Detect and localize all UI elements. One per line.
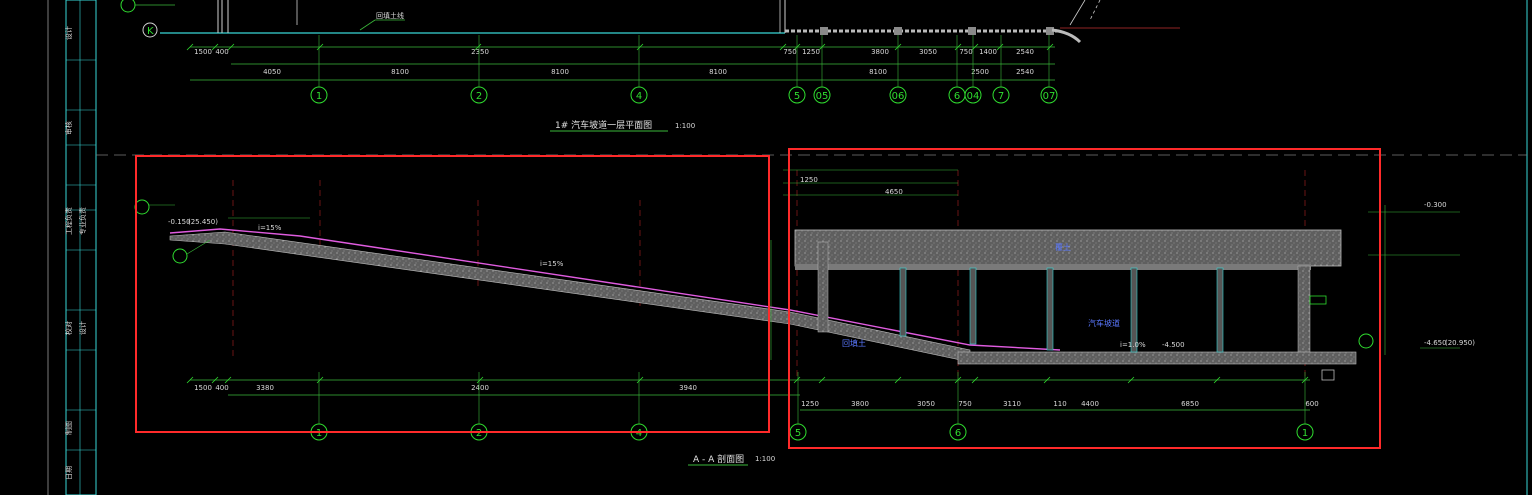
top-plan-note-label: 回填土线 bbox=[376, 11, 404, 20]
section-right-elev-3: (20.950) bbox=[1445, 339, 1475, 347]
top-plan-scale: 1:100 bbox=[675, 122, 695, 130]
top-plan-axis-label-2: 4 bbox=[636, 91, 642, 102]
section-dim-right-5: 110 bbox=[1053, 400, 1066, 408]
side-panel-label-4: 校对 bbox=[64, 321, 73, 335]
side-panel-label-2: 工程负责 bbox=[64, 207, 73, 235]
section-axis-label-0: 1 bbox=[316, 428, 322, 439]
top-plan-dim-top-7: 750 bbox=[959, 48, 972, 56]
top-plan-axis-label-6: 6 bbox=[954, 91, 960, 102]
top-plan-axis-k: K bbox=[147, 26, 154, 37]
side-panel-label-5: 设计 bbox=[78, 321, 87, 335]
section-dim-left-4: 3940 bbox=[679, 384, 697, 392]
section-dim-left-1: 400 bbox=[215, 384, 228, 392]
top-plan-axis-label-8: 7 bbox=[998, 91, 1004, 102]
side-panel-label-3: 专业负责 bbox=[78, 207, 87, 235]
section-right-elev-2: -4.650 bbox=[1424, 339, 1447, 347]
top-plan-dim-bottom-2: 8100 bbox=[551, 68, 569, 76]
section-dim-right-4: 3110 bbox=[1003, 400, 1021, 408]
section-dim-left-3: 2400 bbox=[471, 384, 489, 392]
right-wall bbox=[1297, 265, 1311, 359]
top-plan-axis-label-9: 07 bbox=[1043, 91, 1056, 102]
top-plan-dimensions: 1500 400 2350 750 1250 3800 3050 750 1400 2540 405… bbox=[194, 48, 1034, 76]
section-label-ramp: 汽车坡道 bbox=[1088, 318, 1120, 328]
bottom-slab bbox=[957, 351, 1357, 365]
top-plan-grid-axes: 1 2 4 5 05 06 6 04 7 07 bbox=[310, 35, 1058, 104]
section-left-elev-2: (25.450) bbox=[188, 218, 218, 226]
left-wall bbox=[817, 241, 829, 333]
top-plan-dim-top-2: 2350 bbox=[471, 48, 489, 56]
top-plan-dim-top-0: 1500 bbox=[194, 48, 212, 56]
section-dim-left-2: 3380 bbox=[256, 384, 274, 392]
section-top-dim-1: 4650 bbox=[885, 188, 903, 196]
side-panel-label-1: 审核 bbox=[64, 121, 73, 135]
section-label-backfill: 回填土 bbox=[842, 338, 866, 348]
top-plan-dim-top-1: 400 bbox=[215, 48, 228, 56]
top-plan-dim-bottom-1: 8100 bbox=[391, 68, 409, 76]
top-plan-dim-bottom-3: 8100 bbox=[709, 68, 727, 76]
section-label-soil: 覆土 bbox=[1055, 242, 1071, 252]
top-plan-dim-top-8: 1400 bbox=[979, 48, 997, 56]
side-panel-label-6: 制图 bbox=[64, 421, 73, 435]
side-panel-labels: 设计 审核 工程负责 专业负责 校对 设计 制图 日期 bbox=[64, 26, 87, 480]
section-mid-elev: -4.500 bbox=[1162, 341, 1185, 349]
section-title: A - A 剖面图 bbox=[693, 453, 744, 465]
top-plan-axis-label-0: 1 bbox=[316, 91, 322, 102]
top-plan-axis-label-7: 04 bbox=[967, 91, 980, 102]
section-dimension-lines bbox=[134, 169, 1460, 411]
top-plan-dim-top-6: 3050 bbox=[919, 48, 937, 56]
section-bottom-dimensions-right: 1250 3800 3050 750 3110 110 4400 6850 600 bbox=[801, 400, 1319, 408]
section-dim-right-6: 4400 bbox=[1081, 400, 1099, 408]
top-plan-dim-top-5: 3800 bbox=[871, 48, 889, 56]
section-bottom-dimensions-left: 1500 400 3380 2400 3940 bbox=[194, 384, 697, 392]
top-plan-dim-top-3: 750 bbox=[783, 48, 796, 56]
section-dim-right-1: 3800 bbox=[851, 400, 869, 408]
section-dim-right-7: 6850 bbox=[1181, 400, 1199, 408]
top-plan-axis-label-3: 5 bbox=[794, 91, 800, 102]
section-dim-right-0: 1250 bbox=[801, 400, 819, 408]
section-slope-2: i=15% bbox=[540, 260, 564, 268]
top-plan-dim-bottom-5: 2500 bbox=[971, 68, 989, 76]
section-right-elev-1: -0.300 bbox=[1424, 201, 1447, 209]
top-plan-axis-label-5: 06 bbox=[892, 91, 905, 102]
section-dim-right-8: 600 bbox=[1305, 400, 1318, 408]
cad-drawing-canvas: 设计 审核 工程负责 专业负责 校对 设计 制图 日期 回填土线 K 1500 … bbox=[47, 0, 1528, 495]
section-dim-right-2: 3050 bbox=[917, 400, 935, 408]
top-plan-dim-top-9: 2540 bbox=[1016, 48, 1034, 56]
section-slope-3: i=1.0% bbox=[1120, 341, 1146, 349]
section-slope-1: i=15% bbox=[258, 224, 282, 232]
top-plan-dim-top-4: 1250 bbox=[802, 48, 820, 56]
top-plan-title: 1# 汽车坡道一层平面图 bbox=[555, 119, 652, 131]
section-top-dim-0: 1250 bbox=[800, 176, 818, 184]
top-plan-axis-label-4: 05 bbox=[816, 91, 829, 102]
top-plan-dim-bottom-6: 2540 bbox=[1016, 68, 1034, 76]
side-panel-label-0: 设计 bbox=[64, 26, 73, 40]
section-axis-label-1: 2 bbox=[476, 428, 482, 439]
top-plan-dim-bottom-0: 4050 bbox=[263, 68, 281, 76]
section-axis-label-2: 4 bbox=[636, 428, 642, 439]
section-axis-label-5: 1 bbox=[1302, 428, 1308, 439]
side-panel-label-7: 日期 bbox=[65, 466, 73, 480]
top-plan-axis-label-1: 2 bbox=[476, 91, 482, 102]
section-dim-right-3: 750 bbox=[958, 400, 971, 408]
top-plan-dim-bottom-4: 8100 bbox=[869, 68, 887, 76]
section-dim-left-0: 1500 bbox=[194, 384, 212, 392]
section-axis-label-3: 5 bbox=[795, 428, 801, 439]
left-section-highlight bbox=[135, 155, 770, 433]
section-axis-label-4: 6 bbox=[955, 428, 961, 439]
section-scale: 1:100 bbox=[755, 455, 775, 463]
